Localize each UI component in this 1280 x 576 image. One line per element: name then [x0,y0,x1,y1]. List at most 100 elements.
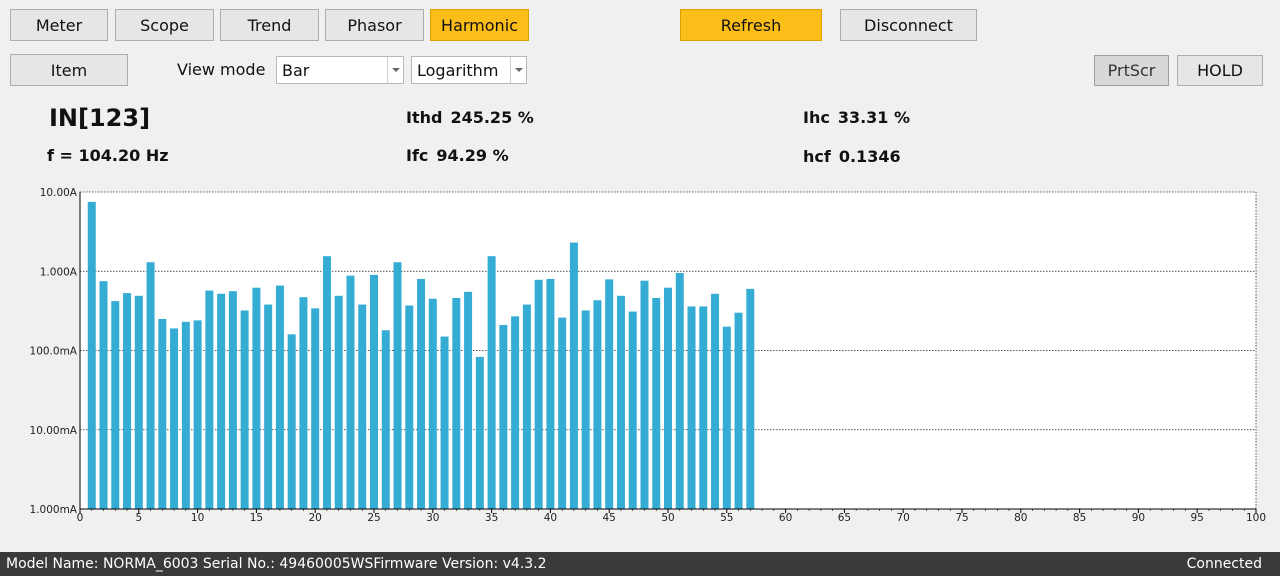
harmonic-bar [228,291,237,509]
x-tick-label: 35 [485,512,498,524]
channel-title: IN[123] [49,104,151,132]
ifc-value: 94.29 % [436,146,509,165]
y-tick-label: 100.0mA [30,346,78,358]
harmonic-bar [99,281,108,509]
harmonic-bar [134,295,143,509]
harmonic-bar [311,308,320,509]
harmonic-bar [687,306,696,509]
harmonic-bar [111,301,120,509]
harmonic-bar [499,324,508,509]
harmonic-bar [511,316,520,509]
harmonic-bar [299,297,308,509]
x-tick-label: 25 [367,512,380,524]
y-tick-label: 1.000mA [30,504,78,516]
harmonic-bar [275,285,284,509]
harmonic-bar [452,297,461,509]
harmonic-bar [581,310,590,509]
x-tick-label: 55 [720,512,733,524]
prtscr-button[interactable]: PrtScr [1094,55,1169,86]
tab-harmonic[interactable]: Harmonic [430,9,529,41]
x-tick-label: 50 [661,512,674,524]
ithd-value: 245.25 % [450,108,534,127]
harmonic-bar [522,304,531,509]
harmonic-bar [417,278,426,509]
harmonic-bar [428,298,437,509]
x-tick-label: 45 [603,512,616,524]
x-tick-label: 40 [544,512,557,524]
harmonic-bar [664,287,672,509]
harmonic-bar [370,274,378,509]
connection-status: Connected [1186,556,1262,572]
item-button[interactable]: Item [10,54,128,86]
ihc-readout: Ihc 33.31 % [803,108,910,127]
harmonic-bar [358,304,367,509]
status-bar: Model Name: NORMA_6003 Serial No.: 49460… [0,552,1280,576]
x-tick-label: 75 [955,512,968,524]
x-tick-label: 90 [1132,512,1145,524]
harmonic-bar [440,336,449,509]
harmonic-bar [734,312,743,509]
ihc-value: 33.31 % [837,108,911,127]
view-mode-select[interactable]: Bar [276,56,404,84]
harmonic-bar-chart: 1.000mA 10.00mA 100.0mA 1.000A 10.00A 0 5 10 15 2… [30,187,1267,524]
harmonic-bar [146,262,155,509]
harmonic-bar [87,201,96,509]
tab-trend[interactable]: Trend [220,9,319,41]
harmonic-bar [123,293,132,509]
harmonic-bar [170,328,179,509]
harmonic-bar [569,242,578,509]
harmonic-bar [334,295,343,509]
scale-select[interactable]: Logarithm [411,56,527,84]
x-tick-label: 70 [897,512,910,524]
harmonic-bar [322,256,331,509]
ihc-label: Ihc [803,108,830,127]
harmonic-bar [346,275,355,509]
harmonic-bar [158,318,167,509]
x-tick-label: 100 [1246,512,1266,524]
x-tick-label: 15 [250,512,263,524]
device-info: Model Name: NORMA_6003 Serial No.: 49460… [6,556,547,572]
harmonic-bar [558,317,567,509]
x-tick-label: 95 [1191,512,1204,524]
harmonic-bar [405,305,414,509]
y-tick-label: 10.00mA [30,425,78,437]
harmonic-bar [393,262,402,509]
harmonic-bar [616,295,625,509]
view-mode-label: View mode [177,60,266,79]
harmonic-bar [193,320,202,509]
harmonic-bar [217,293,226,509]
harmonic-bar [240,310,249,509]
harmonic-bar [675,273,684,509]
x-tick-label: 5 [135,512,142,524]
hcf-value: 0.1346 [838,147,901,166]
harmonic-bar [252,287,261,509]
harmonic-bar [640,280,649,509]
x-tick-label: 85 [1073,512,1086,524]
frequency-readout: f = 104.20 Hz [47,146,169,165]
chevron-down-icon [387,57,403,83]
harmonic-bar [381,330,390,509]
harmonic-bar [711,293,720,509]
disconnect-button[interactable]: Disconnect [840,9,977,41]
hold-button[interactable]: HOLD [1177,55,1263,86]
tab-scope[interactable]: Scope [115,9,214,41]
harmonic-bar [534,279,543,509]
tab-meter[interactable]: Meter [10,9,108,41]
y-tick-label: 1.000A [40,266,78,278]
hcf-label: hcf [803,147,831,166]
refresh-button[interactable]: Refresh [680,9,822,41]
harmonic-bar [264,304,273,509]
x-tick-label: 0 [77,512,84,524]
chevron-down-icon [510,57,526,83]
harmonic-bar [628,311,637,509]
tab-phasor[interactable]: Phasor [325,9,424,41]
x-tick-label: 30 [426,512,439,524]
harmonic-bar [487,256,496,509]
harmonic-bar [546,278,555,509]
harmonic-bar [652,297,661,509]
ifc-label: Ifc [406,146,429,165]
harmonic-bar [475,356,484,509]
harmonic-bar [205,290,214,509]
harmonic-bar [746,288,755,509]
ithd-readout: Ithd 245.25 % [406,108,534,127]
